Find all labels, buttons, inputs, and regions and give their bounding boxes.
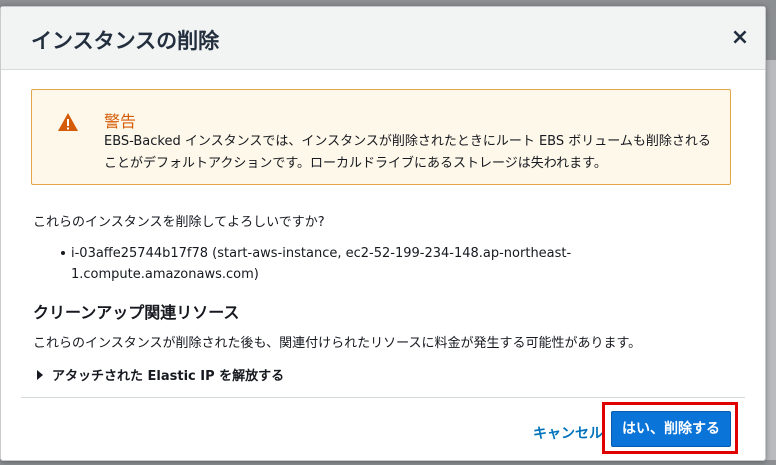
delete-instance-dialog: インスタンスの削除 × 警告 EBS-Backed インスタンスでは、インスタン…	[0, 6, 766, 461]
background-page-edge	[766, 60, 776, 460]
caret-right-icon	[37, 369, 43, 380]
dialog-title: インスタンスの削除	[31, 29, 220, 53]
warning-text: EBS-Backed インスタンスでは、インスタンスが削除されたときにルート E…	[104, 134, 711, 171]
cleanup-description: これらのインスタンスが削除された後も、関連付けられたリソースに料金が発生する可能…	[33, 336, 642, 351]
footer-divider	[21, 397, 745, 398]
cancel-button[interactable]: キャンセル	[533, 423, 603, 443]
expander-label: アタッチされた Elastic IP を解放する	[52, 369, 285, 384]
list-item: i-03affe25744b17f78 (start-aws-instance,…	[57, 243, 577, 285]
dialog-header: インスタンスの削除 ×	[1, 7, 765, 70]
warning-triangle-icon	[58, 113, 78, 131]
warning-alert: 警告 EBS-Backed インスタンスでは、インスタンスが削除されたときにルー…	[31, 89, 731, 185]
cleanup-section-title: クリーンアップ関連リソース	[33, 303, 240, 322]
release-elastic-ip-expander[interactable]: アタッチされた Elastic IP を解放する	[37, 365, 284, 384]
instance-list: i-03affe25744b17f78 (start-aws-instance,…	[57, 243, 577, 285]
confirm-question: これらのインスタンスを削除してよろしいですか?	[33, 215, 325, 230]
confirm-delete-button[interactable]: はい、削除する	[611, 411, 731, 447]
close-icon[interactable]: ×	[729, 27, 751, 49]
warning-title: 警告	[104, 112, 137, 131]
